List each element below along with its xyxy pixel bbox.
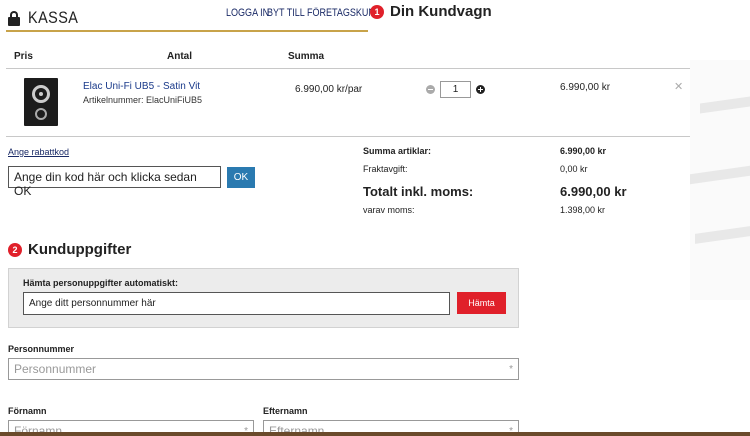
product-line-total: 6.990,00 kr xyxy=(560,82,611,93)
product-name-link[interactable]: Elac Uni-Fi UB5 - Satin Vit xyxy=(83,81,200,92)
summary-vat-value: 1.398,00 kr xyxy=(560,205,606,215)
customer-heading: 2 Kunduppgifter xyxy=(8,241,131,258)
increase-quantity-icon[interactable] xyxy=(476,85,485,94)
remove-item-icon[interactable]: ✕ xyxy=(674,80,683,93)
quantity-input[interactable]: 1 xyxy=(440,81,471,98)
summary-shipping-value: 0,00 kr xyxy=(560,164,588,174)
decor-bar xyxy=(695,226,750,244)
discount-code-link[interactable]: Ange rabattkod xyxy=(8,147,69,157)
auto-fetch-label: Hämta personuppgifter automatiskt: xyxy=(23,278,179,288)
product-image[interactable] xyxy=(24,78,58,126)
summary-total-label: Totalt inkl. moms: xyxy=(363,184,474,199)
page-title: KASSA xyxy=(28,8,79,27)
cart-heading: 1 Din Kundvagn xyxy=(370,3,492,20)
summary-articles-label: Summa artiklar: xyxy=(363,146,432,156)
summary-total-value: 6.990,00 kr xyxy=(560,184,627,199)
decor-bar xyxy=(690,165,750,185)
checkout-header: KASSA LOGGA IN BYT TILL FÖRETAGSKUND 1 D… xyxy=(0,0,750,32)
summary-vat-label: varav moms: xyxy=(363,205,415,215)
discount-ok-button[interactable]: OK xyxy=(227,167,255,188)
bottom-strip xyxy=(0,432,750,436)
column-header-sum: Summa xyxy=(288,51,325,62)
step-number-badge: 1 xyxy=(370,4,384,19)
decrease-quantity-icon[interactable] xyxy=(426,85,435,94)
decor-bar xyxy=(700,96,750,114)
column-header-price: Pris xyxy=(14,51,33,62)
customer-title: Kunduppgifter xyxy=(28,241,132,258)
summary-articles-value: 6.990,00 kr xyxy=(560,146,607,156)
cart-title: Din Kundvagn xyxy=(390,3,492,20)
personal-number-lookup-input[interactable]: Ange ditt personnummer här xyxy=(23,292,450,315)
product-article-number: Artikelnummer: ElacUniFiUB5 xyxy=(83,95,203,105)
fornamn-label: Förnamn xyxy=(8,406,47,416)
summary-shipping-label: Fraktavgift: xyxy=(363,164,408,174)
product-unit-price: 6.990,00 kr/par xyxy=(295,84,363,95)
business-customer-link[interactable]: BYT TILL FÖRETAGSKUND xyxy=(267,7,381,19)
divider xyxy=(6,68,690,69)
personnummer-field[interactable]: Personnummer * xyxy=(8,358,519,380)
step-number-badge: 2 xyxy=(8,242,22,257)
auto-fetch-panel: Hämta personuppgifter automatiskt: Ange … xyxy=(8,268,519,328)
efternamn-label: Efternamn xyxy=(263,406,308,416)
login-link[interactable]: LOGGA IN xyxy=(226,7,269,19)
required-marker: * xyxy=(509,364,513,375)
discount-code-input[interactable]: Ange din kod här och klicka sedan OK xyxy=(8,166,221,198)
column-header-quantity: Antal xyxy=(167,51,192,62)
lock-icon xyxy=(8,10,20,26)
personnummer-placeholder: Personnummer xyxy=(14,362,97,376)
background-decoration xyxy=(690,60,750,300)
divider xyxy=(6,136,690,137)
personnummer-label: Personnummer xyxy=(8,344,75,354)
fetch-button[interactable]: Hämta xyxy=(457,292,506,314)
